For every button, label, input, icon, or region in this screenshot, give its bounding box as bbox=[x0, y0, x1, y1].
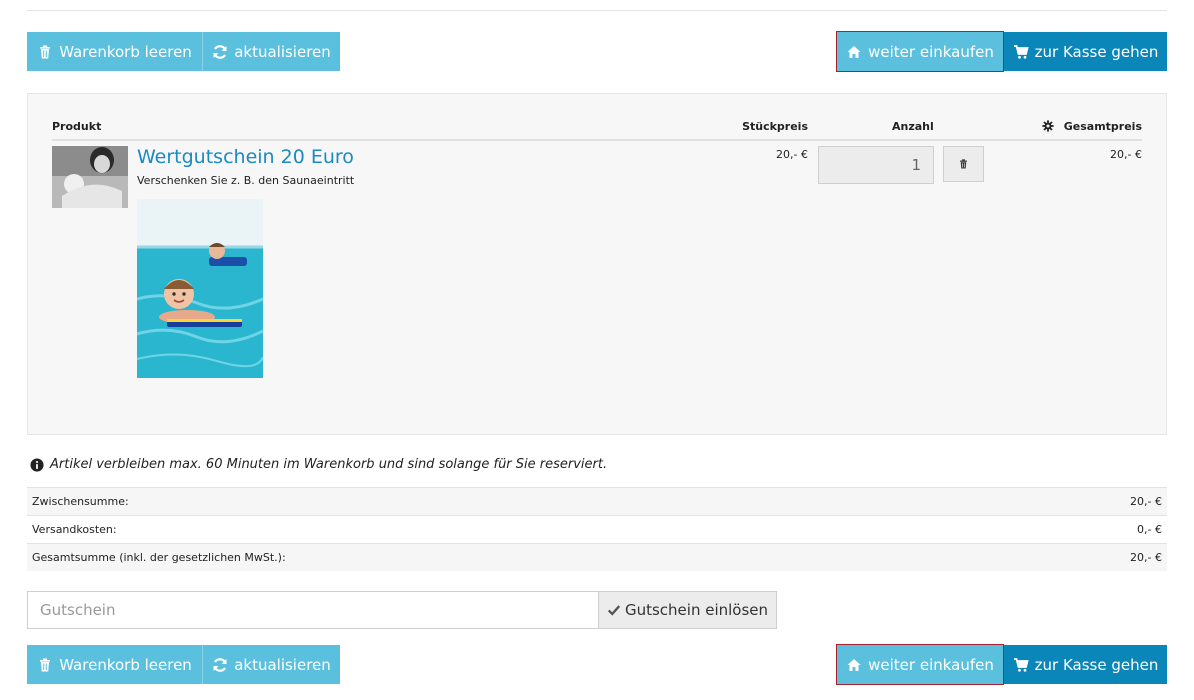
header-product: Produkt bbox=[52, 120, 102, 133]
checkout-label: zur Kasse gehen bbox=[1034, 42, 1159, 61]
header-unit-price: Stückpreis bbox=[742, 120, 808, 133]
update-button-bottom[interactable]: aktualisieren bbox=[202, 645, 340, 684]
checkout-button-bottom[interactable]: zur Kasse gehen bbox=[1004, 645, 1167, 684]
subtotal-row: Zwischensumme: 20,- € bbox=[27, 487, 1167, 515]
clear-cart-button[interactable]: Warenkorb leeren bbox=[27, 32, 202, 71]
trash-icon bbox=[40, 658, 51, 671]
product-image bbox=[137, 199, 263, 378]
header-quantity: Anzahl bbox=[892, 120, 934, 133]
product-title-link[interactable]: Wertgutschein 20 Euro bbox=[137, 146, 354, 168]
shipping-value: 0,- € bbox=[1137, 523, 1162, 536]
clear-cart-label: Warenkorb leeren bbox=[59, 42, 192, 61]
continue-shopping-button[interactable]: weiter einkaufen bbox=[836, 31, 1004, 72]
reservation-notice: Artikel verbleiben max. 60 Minuten im Wa… bbox=[30, 457, 607, 472]
shipping-row: Versandkosten: 0,- € bbox=[27, 515, 1167, 543]
continue-shopping-label: weiter einkaufen bbox=[868, 42, 994, 61]
grand-total-value: 20,- € bbox=[1130, 551, 1162, 564]
grand-total-row: Gesamtsumme (inkl. der gesetzlichen MwSt… bbox=[27, 543, 1167, 571]
refresh-icon bbox=[213, 657, 227, 672]
grand-total-label: Gesamtsumme (inkl. der gesetzlichen MwSt… bbox=[32, 551, 286, 564]
update-label: aktualisieren bbox=[234, 655, 331, 674]
header-divider bbox=[52, 139, 1142, 141]
update-button[interactable]: aktualisieren bbox=[202, 32, 340, 71]
checkout-label: zur Kasse gehen bbox=[1034, 655, 1159, 674]
voucher-input[interactable] bbox=[27, 591, 599, 629]
cart-icon bbox=[1013, 657, 1029, 672]
product-thumbnail[interactable] bbox=[52, 146, 128, 208]
continue-shopping-button-bottom[interactable]: weiter einkaufen bbox=[836, 644, 1004, 685]
top-divider bbox=[27, 10, 1167, 11]
cart-icon bbox=[1013, 44, 1029, 59]
update-label: aktualisieren bbox=[234, 42, 331, 61]
refresh-icon bbox=[213, 44, 227, 59]
subtotal-label: Zwischensumme: bbox=[32, 495, 129, 508]
quantity-input[interactable]: 1 bbox=[818, 146, 934, 184]
unit-price: 20,- € bbox=[776, 148, 808, 161]
gear-icon[interactable] bbox=[1042, 120, 1054, 132]
checkout-button[interactable]: zur Kasse gehen bbox=[1004, 32, 1167, 71]
redeem-voucher-label: Gutschein einlösen bbox=[624, 601, 769, 619]
header-total: Gesamtpreis bbox=[1063, 120, 1142, 133]
reservation-notice-text: Artikel verbleiben max. 60 Minuten im Wa… bbox=[50, 457, 608, 472]
shipping-label: Versandkosten: bbox=[32, 523, 117, 536]
trash-icon bbox=[960, 159, 967, 169]
trash-icon bbox=[40, 45, 51, 58]
check-icon bbox=[607, 605, 621, 616]
info-icon bbox=[30, 457, 44, 472]
subtotal-value: 20,- € bbox=[1130, 495, 1162, 508]
remove-item-button[interactable] bbox=[943, 146, 984, 182]
cart-table: Produkt Stückpreis Anzahl Gesamtpreis We… bbox=[27, 93, 1167, 435]
continue-shopping-label: weiter einkaufen bbox=[868, 655, 994, 674]
clear-cart-label: Warenkorb leeren bbox=[59, 655, 192, 674]
item-total: 20,- € bbox=[1110, 148, 1142, 161]
redeem-voucher-button[interactable]: Gutschein einlösen bbox=[598, 591, 777, 629]
product-description: Verschenken Sie z. B. den Saunaeintritt bbox=[137, 174, 355, 187]
home-icon bbox=[847, 658, 861, 671]
home-icon bbox=[847, 45, 861, 58]
clear-cart-button-bottom[interactable]: Warenkorb leeren bbox=[27, 645, 202, 684]
